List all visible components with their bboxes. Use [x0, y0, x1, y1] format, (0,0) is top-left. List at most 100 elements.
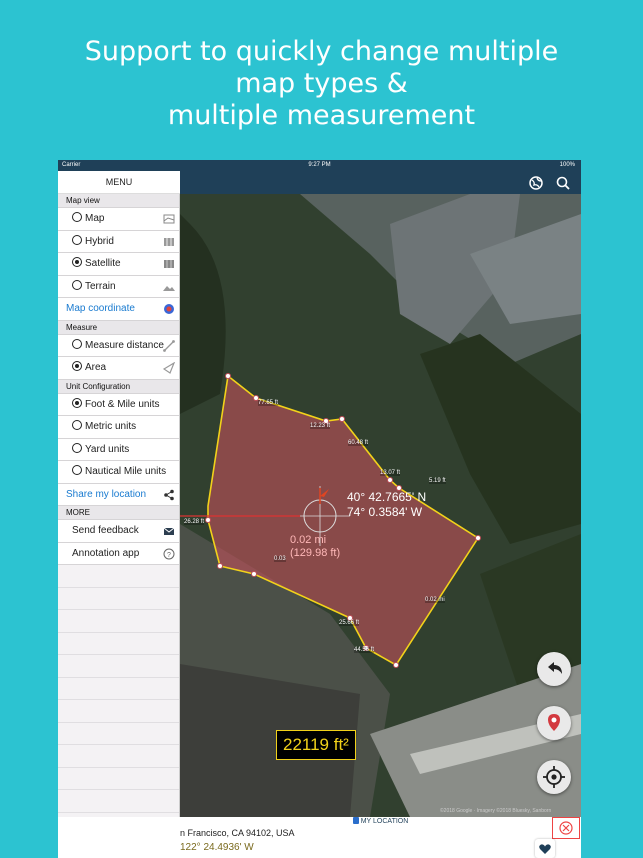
- more-section-header: MORE: [58, 506, 179, 520]
- unit-option[interactable]: Foot & Mile units: [58, 393, 179, 416]
- radio-button[interactable]: [72, 257, 82, 267]
- radio-button[interactable]: [72, 234, 82, 245]
- close-panel-button[interactable]: [552, 817, 580, 839]
- address-text: n Francisco, CA 94102, USA: [180, 828, 295, 838]
- map-type-option[interactable]: Map: [58, 208, 179, 231]
- location-panel: MY LOCATION n Francisco, CA 94102, USA 1…: [58, 817, 581, 858]
- status-bar: Carrier 9:27 PM 100%: [58, 160, 581, 171]
- unit-option[interactable]: Metric units: [58, 416, 179, 439]
- area-shape-icon: [163, 362, 175, 374]
- menu-spacer: [58, 633, 179, 655]
- share-location-label: Share my location: [66, 488, 147, 500]
- undo-icon: [548, 662, 562, 674]
- edge-label: 44.56 ft: [354, 647, 375, 653]
- annotation-app-label: Annotation app: [72, 547, 140, 559]
- side-menu: Map view Map Hybrid Satellite Terrain Ma…: [58, 194, 180, 858]
- menu-spacer: [58, 678, 179, 700]
- map-type-option[interactable]: Hybrid: [58, 230, 179, 253]
- clock-label: 9:27 PM: [308, 162, 331, 168]
- radio-button[interactable]: [72, 442, 82, 453]
- my-location-header[interactable]: MY LOCATION: [180, 817, 581, 827]
- close-icon: [559, 821, 573, 835]
- radio-button[interactable]: [72, 465, 82, 475]
- center-latitude: 40° 42.7665' N: [347, 490, 427, 504]
- option-label: Measure distance: [85, 339, 164, 351]
- headline-line-3: multiple measurement: [167, 100, 476, 131]
- device-screen: Carrier 9:27 PM 100% MENU 77.65 ft 12.23…: [58, 160, 581, 858]
- undo-button[interactable]: [537, 652, 571, 686]
- menu-spacer: [58, 723, 179, 745]
- map-type-option[interactable]: Terrain: [58, 275, 179, 298]
- hybrid-map-icon: [164, 237, 174, 246]
- my-location-label: MY LOCATION: [360, 818, 409, 825]
- center-longitude: 74° 0.3584' W: [347, 505, 423, 519]
- share-icon: [164, 489, 174, 500]
- option-label: Area: [85, 362, 107, 373]
- add-pin-button[interactable]: [537, 706, 571, 740]
- distance-miles: 0.02 mi: [290, 534, 327, 546]
- coordinate-pin-icon: [164, 304, 174, 314]
- navigation-bar: MENU: [58, 171, 581, 194]
- heart-icon: [539, 844, 551, 854]
- satellite-map-icon: [164, 260, 174, 268]
- radio-button[interactable]: [72, 361, 82, 371]
- edge-label: 0.02 mi: [425, 597, 445, 603]
- target-location-icon: [543, 766, 565, 788]
- satellite-map[interactable]: 77.65 ft 12.23 ft 60.48 ft 13.07 ft 5.19…: [180, 194, 581, 817]
- send-feedback-label: Send feedback: [72, 525, 139, 536]
- location-marker-icon: [352, 817, 359, 824]
- option-label: Satellite: [85, 258, 121, 269]
- menu-title: MENU: [58, 171, 180, 194]
- radio-button[interactable]: [72, 397, 82, 408]
- option-label: Map: [85, 213, 105, 224]
- edge-label: 5.19 ft: [429, 478, 446, 484]
- menu-spacer: [58, 768, 179, 790]
- send-feedback-item[interactable]: Send feedback: [58, 520, 179, 543]
- unit-option[interactable]: Yard units: [58, 438, 179, 461]
- map-type-option[interactable]: Satellite: [58, 253, 179, 276]
- menu-spacer: [58, 790, 179, 813]
- unit-configuration-section-header: Unit Configuration: [58, 379, 179, 394]
- option-label: Metric units: [85, 421, 137, 432]
- map-attribution: ©2018 Google · Imagery ©2018 Bluesky, Sa…: [440, 808, 552, 814]
- terrain-map-icon: [163, 285, 175, 291]
- share-location-link[interactable]: Share my location: [58, 483, 179, 506]
- distance-feet: (129.98 ft): [290, 547, 341, 559]
- center-coordinate: 40° 42.7665' N 74° 0.3584' W: [347, 490, 426, 520]
- map-coordinate-label: Map coordinate: [66, 303, 135, 314]
- menu-spacer: [58, 745, 179, 768]
- radio-button[interactable]: [72, 420, 82, 430]
- measure-mode-option[interactable]: Area: [58, 357, 179, 380]
- measure-mode-option[interactable]: Measure distance: [58, 334, 179, 357]
- radio-button[interactable]: [72, 212, 82, 222]
- area-total-badge: 22119 ft²: [276, 730, 356, 760]
- measure-section-header: Measure: [58, 320, 179, 335]
- edge-label: 60.48 ft: [348, 440, 369, 446]
- ruler-line-icon: [163, 339, 175, 352]
- distance-readout: 0.02 mi (129.98 ft): [290, 534, 340, 560]
- search-icon[interactable]: [555, 175, 571, 191]
- headline-line-1: Support to quickly change multiple: [84, 36, 559, 67]
- favorite-button[interactable]: [535, 839, 555, 858]
- menu-spacer: [58, 610, 179, 633]
- unit-option[interactable]: Nautical Mile units: [58, 461, 179, 484]
- annotation-app-item[interactable]: Annotation app ?: [58, 542, 179, 565]
- road-map-icon: [163, 214, 175, 224]
- map-pin-icon: [548, 714, 560, 731]
- edge-label: 26.28 ft: [184, 519, 205, 525]
- map-coordinate-link[interactable]: Map coordinate: [58, 298, 179, 321]
- radio-button[interactable]: [72, 338, 82, 349]
- mail-icon: [163, 527, 175, 535]
- radio-button[interactable]: [72, 279, 82, 290]
- map-type-globe-icon[interactable]: [528, 175, 544, 191]
- menu-spacer: [58, 700, 179, 723]
- edge-label: 0.03: [274, 556, 286, 562]
- headline-line-2: map types &: [235, 68, 408, 99]
- locate-me-button[interactable]: [537, 760, 571, 794]
- map-view-section-header: Map view: [58, 194, 179, 208]
- option-label: Hybrid: [85, 235, 114, 247]
- svg-text:?: ?: [167, 552, 171, 559]
- option-label: Foot & Mile units: [85, 398, 160, 410]
- edge-label: 25.66 ft: [339, 620, 360, 626]
- option-label: Yard units: [85, 443, 130, 455]
